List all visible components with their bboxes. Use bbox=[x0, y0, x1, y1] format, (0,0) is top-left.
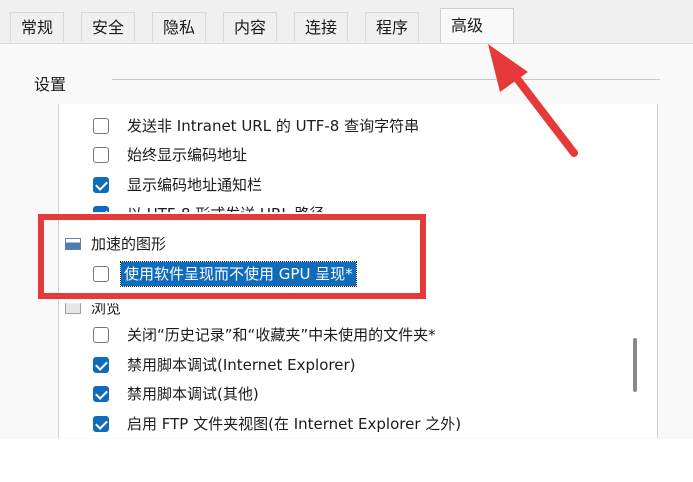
annotation-arrow-icon bbox=[488, 44, 578, 157]
